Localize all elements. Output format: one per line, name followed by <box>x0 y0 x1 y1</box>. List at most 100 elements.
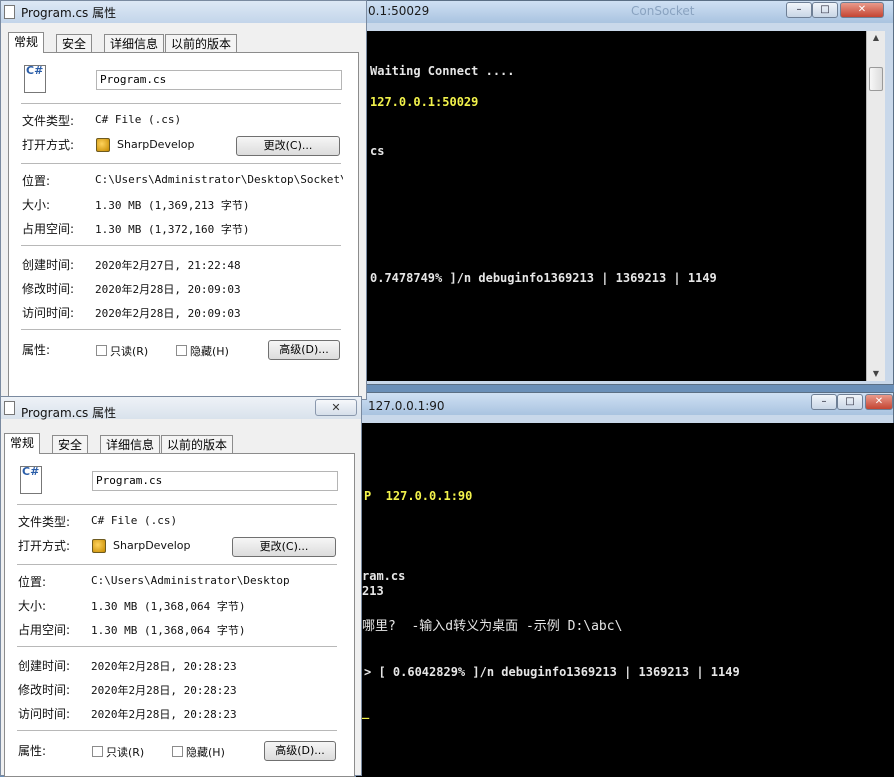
divider <box>17 564 337 565</box>
console-line: 0.7478749% ]/n debuginfo1369213 | 136921… <box>370 271 717 285</box>
file-type-value: C# File (.cs) <box>91 514 178 527</box>
sharpdevelop-icon <box>96 138 110 152</box>
console-line: > [ 0.6042829% ]/n debuginfo1369213 | 13… <box>364 665 740 679</box>
console-title: 0.1:50029 <box>368 4 430 18</box>
general-panel: C# Program.cs 文件类型: C# File (.cs) 打开方式: … <box>8 52 359 401</box>
created-value: 2020年2月28日, 20:28:23 <box>91 660 237 673</box>
open-with-label: 打开方式: <box>18 539 71 553</box>
csharp-file-icon: C# <box>24 64 46 93</box>
tab-general[interactable]: 常规 <box>8 32 45 53</box>
divider <box>21 245 341 246</box>
csharp-file-icon: C# <box>20 465 42 494</box>
open-with-label: 打开方式: <box>22 138 75 152</box>
console-window-bottom: 127.0.0.1:90 – □ ✕ P 127.0.0.1:90 ram.cs… <box>355 392 894 777</box>
tab-details[interactable]: 详细信息 <box>100 435 161 454</box>
open-with-value: SharpDevelop <box>113 539 191 552</box>
console-line: Waiting Connect .... <box>370 64 515 78</box>
location-value: C:\Users\Administrator\Desktop <box>91 574 290 587</box>
hidden-label[interactable]: 隐藏(H) <box>190 343 229 359</box>
size-value: 1.30 MB (1,369,213 字节) <box>95 199 250 212</box>
minimize-button[interactable]: – <box>786 2 812 18</box>
change-button[interactable]: 更改(C)... <box>232 537 336 557</box>
console-scrollbar[interactable]: ▲ ▼ <box>866 31 885 381</box>
hidden-checkbox[interactable] <box>176 345 187 356</box>
console-window-top: 0.1:50029 ConSocket – □ ✕ Waiting Connec… <box>355 0 894 385</box>
dialog-titlebar[interactable]: Program.cs 属性 <box>1 1 366 23</box>
filename-input[interactable]: Program.cs <box>96 70 342 90</box>
divider <box>17 646 337 647</box>
divider <box>17 504 337 505</box>
tab-general[interactable]: 常规 <box>4 433 41 454</box>
size-value: 1.30 MB (1,368,064 字节) <box>91 600 246 613</box>
console-line: cs <box>370 144 385 158</box>
dialog-title: Program.cs 属性 <box>21 6 117 20</box>
file-icon <box>4 401 15 415</box>
console-titlebar[interactable]: 127.0.0.1:90 – □ ✕ <box>356 393 893 415</box>
console-cursor: _ <box>362 705 370 719</box>
disk-size-label: 占用空间: <box>22 222 75 236</box>
properties-dialog-bottom: Program.cs 属性 ✕ 常规 安全 详细信息 以前的版本 C# Prog… <box>0 396 362 777</box>
accessed-label: 访问时间: <box>22 306 75 320</box>
tab-security[interactable]: 安全 <box>52 435 89 454</box>
readonly-label[interactable]: 只读(R) <box>106 744 144 760</box>
tab-security[interactable]: 安全 <box>56 34 93 53</box>
accessed-label: 访问时间: <box>18 707 71 721</box>
accessed-value: 2020年2月28日, 20:28:23 <box>91 708 237 721</box>
maximize-button[interactable]: □ <box>837 394 863 410</box>
divider <box>17 730 337 731</box>
filename-input[interactable]: Program.cs <box>92 471 338 491</box>
modified-value: 2020年2月28日, 20:28:23 <box>91 684 237 697</box>
console-line: P 127.0.0.1:90 <box>364 489 473 503</box>
hidden-checkbox[interactable] <box>172 746 183 757</box>
scroll-thumb[interactable] <box>869 67 883 91</box>
console-title-faint: ConSocket <box>631 4 695 18</box>
console-title: 127.0.0.1:90 <box>368 399 445 413</box>
open-with-value: SharpDevelop <box>117 138 195 151</box>
disk-size-value: 1.30 MB (1,368,064 字节) <box>91 624 246 637</box>
change-button[interactable]: 更改(C)... <box>236 136 340 156</box>
location-value: C:\Users\Administrator\Desktop\Socket\ba… <box>95 173 343 186</box>
close-button[interactable]: ✕ <box>315 399 357 416</box>
size-label: 大小: <box>18 599 47 613</box>
advanced-button[interactable]: 高级(D)... <box>264 741 336 761</box>
scroll-down-arrow-icon[interactable]: ▼ <box>867 367 885 381</box>
modified-label: 修改时间: <box>18 683 71 697</box>
file-type-label: 文件类型: <box>18 515 71 529</box>
console-titlebar[interactable]: 0.1:50029 ConSocket – □ ✕ <box>356 1 893 23</box>
hidden-label[interactable]: 隐藏(H) <box>186 744 225 760</box>
console-line: ram.cs <box>362 569 406 583</box>
dialog-titlebar[interactable]: Program.cs 属性 ✕ <box>1 397 361 420</box>
divider <box>21 163 341 164</box>
attributes-label: 属性: <box>22 343 51 357</box>
properties-dialog-top: Program.cs 属性 常规 安全 详细信息 以前的版本 C# Progra… <box>0 0 367 401</box>
readonly-label[interactable]: 只读(R) <box>110 343 148 359</box>
sharpdevelop-icon <box>92 539 106 553</box>
general-panel: C# Program.cs 文件类型: C# File (.cs) 打开方式: … <box>4 453 355 777</box>
disk-size-value: 1.30 MB (1,372,160 字节) <box>95 223 250 236</box>
console-line: 哪里? -输入d转义为桌面 -示例 D:\abc\ <box>362 619 623 634</box>
readonly-checkbox[interactable] <box>96 345 107 356</box>
advanced-button[interactable]: 高级(D)... <box>268 340 340 360</box>
console-output-bottom: P 127.0.0.1:90 ram.cs 213 哪里? -输入d转义为桌面 … <box>356 423 894 777</box>
close-button[interactable]: ✕ <box>840 2 884 18</box>
minimize-button[interactable]: – <box>811 394 837 410</box>
tab-previous-versions[interactable]: 以前的版本 <box>161 435 234 454</box>
divider <box>21 103 341 104</box>
close-button[interactable]: ✕ <box>865 394 893 410</box>
location-label: 位置: <box>22 174 51 188</box>
created-value: 2020年2月27日, 21:22:48 <box>95 259 241 272</box>
attributes-label: 属性: <box>18 744 47 758</box>
disk-size-label: 占用空间: <box>18 623 71 637</box>
readonly-checkbox[interactable] <box>92 746 103 757</box>
file-icon <box>4 5 15 19</box>
console-line: 127.0.0.1:50029 <box>370 95 479 109</box>
tab-previous-versions[interactable]: 以前的版本 <box>165 34 238 53</box>
maximize-button[interactable]: □ <box>812 2 838 18</box>
divider <box>21 329 341 330</box>
dialog-title: Program.cs 属性 <box>21 406 117 420</box>
scroll-up-arrow-icon[interactable]: ▲ <box>867 31 885 45</box>
location-label: 位置: <box>18 575 47 589</box>
size-label: 大小: <box>22 198 51 212</box>
tab-details[interactable]: 详细信息 <box>104 34 165 53</box>
file-type-label: 文件类型: <box>22 114 75 128</box>
